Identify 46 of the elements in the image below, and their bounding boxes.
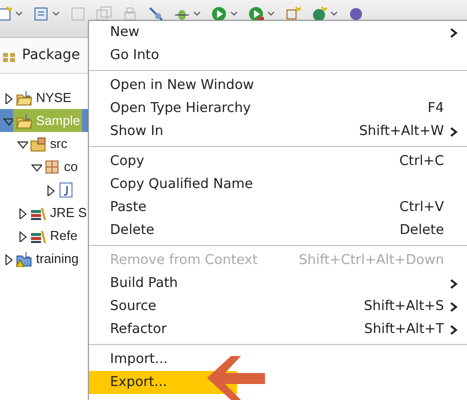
callout-arrow (207, 356, 265, 400)
menu-item[interactable]: Build Path (89, 272, 467, 295)
save-icon (70, 6, 86, 22)
tree-item-label[interactable]: src (48, 136, 70, 151)
caret-icon[interactable] (267, 11, 275, 17)
menu-item[interactable]: Copy Ctrl+C (89, 150, 467, 173)
menu-item[interactable]: Open in New Window (89, 74, 467, 97)
tree-item-label[interactable]: NYSE (34, 90, 74, 105)
menu-item[interactable]: Open Type Hierarchy F4 (89, 97, 467, 120)
run-icon[interactable] (211, 6, 227, 22)
run-tool-icon[interactable] (248, 6, 264, 22)
library-icon (30, 205, 46, 222)
warning-folder-icon (16, 251, 32, 268)
tree-item-label[interactable]: JRE S (48, 204, 88, 220)
tree-item-label[interactable]: training (34, 250, 81, 266)
tree-item-label[interactable]: Refe (48, 228, 80, 243)
project-folder-icon (16, 90, 32, 106)
view-title[interactable]: Package (22, 45, 80, 66)
menu-item[interactable]: Delete Delete (89, 219, 467, 242)
menu-item[interactable]: Show In Shift+Alt+W (89, 120, 467, 143)
tree-item-label[interactable]: co (62, 158, 80, 174)
caret-icon[interactable] (230, 11, 238, 17)
package-icon (44, 159, 60, 176)
menu-item[interactable]: Go Into (89, 44, 467, 67)
project-folder-icon (16, 112, 32, 128)
print-icon (122, 6, 138, 22)
save-all-icon (96, 6, 112, 22)
perspective-icon[interactable] (348, 6, 364, 22)
caret-icon[interactable] (193, 11, 201, 17)
new-window-icon[interactable] (0, 6, 12, 22)
document-icon[interactable] (33, 6, 49, 22)
menu-item[interactable]: Refactor Shift+Alt+T (89, 318, 467, 341)
menu-item[interactable]: New (89, 21, 467, 44)
new-class-icon[interactable] (311, 6, 327, 22)
caret-icon[interactable] (52, 11, 60, 17)
caret-icon[interactable] (330, 11, 338, 17)
caret-icon[interactable] (15, 11, 23, 17)
menu-item[interactable]: Paste Ctrl+V (89, 196, 467, 219)
menu-item[interactable]: Source Shift+Alt+S (89, 295, 467, 318)
menu-item[interactable]: Copy Qualified Name (89, 173, 467, 196)
menu-item[interactable]: Import... (89, 348, 467, 371)
skip-breakpoints-icon[interactable] (148, 6, 164, 22)
new-package-icon[interactable] (285, 6, 301, 22)
library-icon (30, 228, 46, 244)
source-folder-icon (30, 136, 46, 152)
menu-item: Remove from Context Shift+Ctrl+Alt+Down (109, 251, 445, 270)
